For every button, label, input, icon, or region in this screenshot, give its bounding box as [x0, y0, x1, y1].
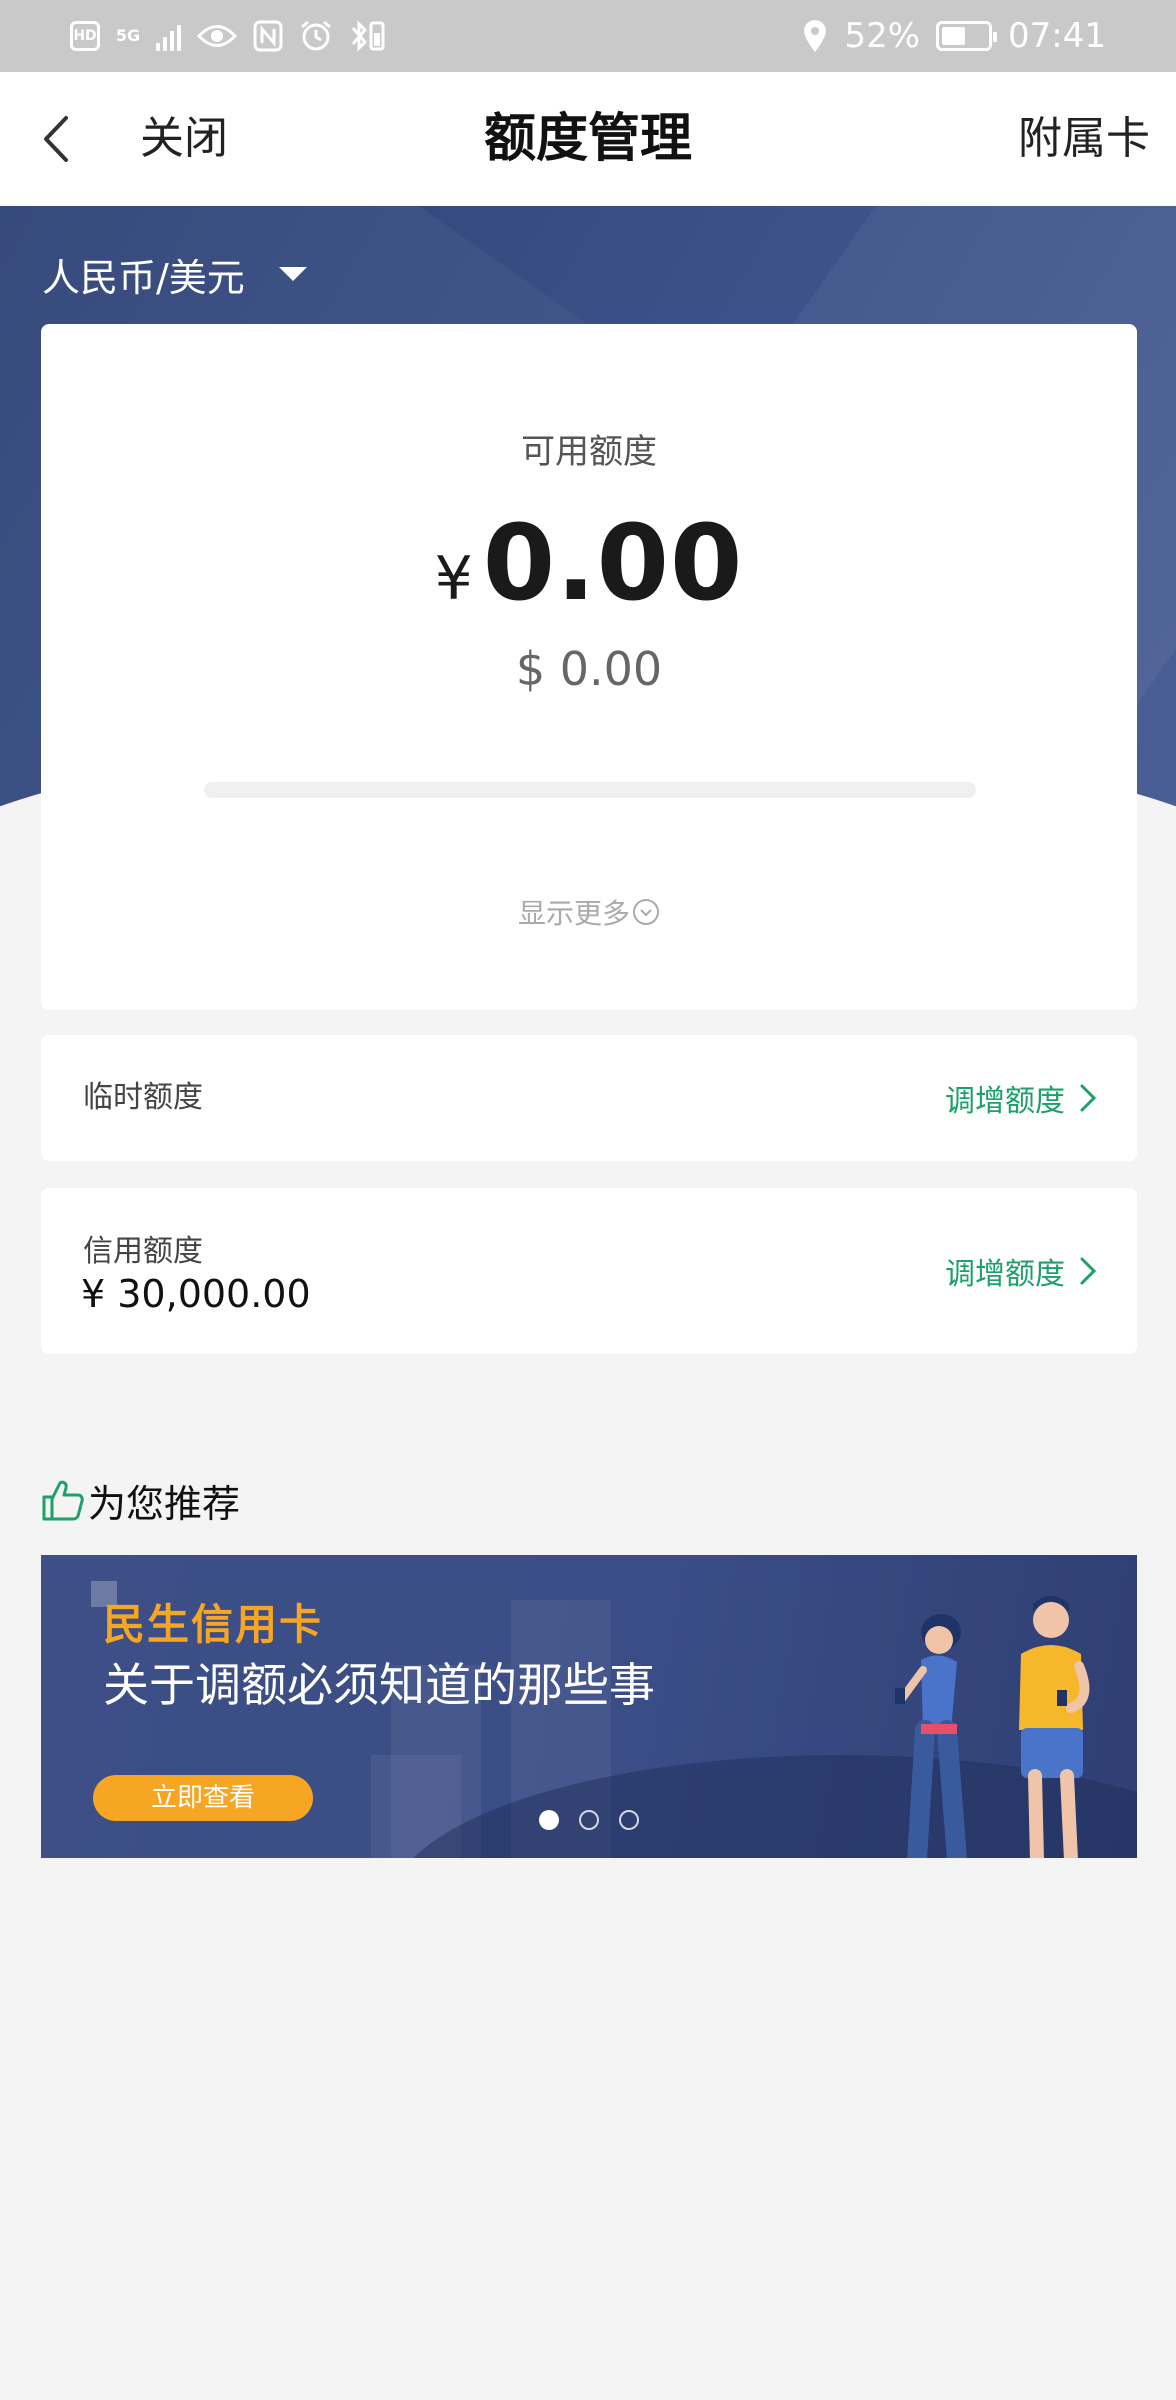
clock: 07:41	[1008, 16, 1106, 56]
caret-down-icon	[278, 267, 307, 281]
show-more-label: 显示更多	[517, 897, 630, 930]
signal-icon	[156, 21, 181, 51]
recommend-title-text: 为您推荐	[88, 1481, 241, 1526]
view-now-button[interactable]: 立即查看	[93, 1775, 313, 1821]
alarm-icon	[301, 20, 331, 51]
app-header: 关闭 额度管理 附属卡	[0, 72, 1176, 206]
credit-limit-row: 信用额度 ¥ 30,000.00 调增额度	[41, 1188, 1137, 1354]
people-illustration	[895, 1596, 1090, 1858]
close-button[interactable]: 关闭	[140, 72, 228, 206]
increase-limit-label: 调增额度	[945, 1084, 1065, 1119]
chevron-down-circle-icon	[633, 899, 659, 925]
available-credit-label: 可用额度	[521, 432, 657, 472]
increase-limit-label: 调增额度	[945, 1257, 1065, 1292]
hd-icon: HD	[70, 21, 100, 51]
status-left: HD 5G	[70, 18, 389, 54]
battery-icon	[936, 21, 998, 51]
status-right: 52% 07:41	[802, 16, 1106, 56]
status-bar: HD 5G 52% 07:41	[0, 0, 1176, 72]
banner-headline: 关于调额必须知道的那些事	[103, 1658, 655, 1712]
banner-brand: 民生信用卡	[103, 1600, 324, 1649]
carousel-indicator	[539, 1810, 639, 1830]
thumbs-up-icon	[42, 1480, 84, 1521]
currency-selector[interactable]: 人民币/美元	[42, 244, 307, 304]
bluetooth-battery-icon	[351, 20, 385, 52]
temporary-limit-increase-button[interactable]: 调增额度	[945, 1035, 1097, 1161]
credit-limit-value: ¥ 30,000.00	[81, 1272, 311, 1316]
chevron-right-icon	[1080, 1257, 1097, 1285]
location-icon	[804, 20, 827, 52]
credit-limit-increase-button[interactable]: 调增额度	[945, 1188, 1097, 1354]
cny-symbol: ¥	[434, 544, 473, 614]
carousel-dot[interactable]	[579, 1810, 599, 1830]
network-type-icon: 5G	[115, 26, 141, 45]
battery-level	[942, 27, 966, 45]
nfc-icon	[253, 20, 283, 52]
carousel-dot[interactable]	[619, 1810, 639, 1830]
back-arrow-icon[interactable]	[36, 112, 76, 166]
temporary-limit-label: 临时额度	[83, 1080, 203, 1115]
available-credit-amount: ¥ 0.00	[41, 502, 1137, 624]
temporary-limit-row: 临时额度 调增额度	[41, 1035, 1137, 1161]
currency-label: 人民币/美元	[42, 255, 245, 300]
usd-amount: $ 0.00	[515, 642, 663, 696]
eye-icon	[197, 25, 237, 47]
show-more-button[interactable]: 显示更多	[41, 892, 1137, 932]
chevron-right-icon	[1080, 1084, 1097, 1112]
recommend-section-title: 为您推荐	[40, 1470, 240, 1530]
cny-value: 0.00	[482, 502, 744, 624]
supplementary-card-button[interactable]: 附属卡	[1018, 72, 1150, 206]
credit-limit-label: 信用额度	[83, 1234, 203, 1269]
usage-progress-bar	[204, 782, 976, 798]
carousel-dot[interactable]	[539, 1810, 559, 1830]
promo-banner[interactable]: 民生信用卡 关于调额必须知道的那些事 立即查看	[41, 1555, 1137, 1858]
available-credit-card: 可用额度 ¥ 0.00 $ 0.00 显示更多	[41, 324, 1137, 1010]
battery-percent: 52%	[844, 16, 921, 56]
